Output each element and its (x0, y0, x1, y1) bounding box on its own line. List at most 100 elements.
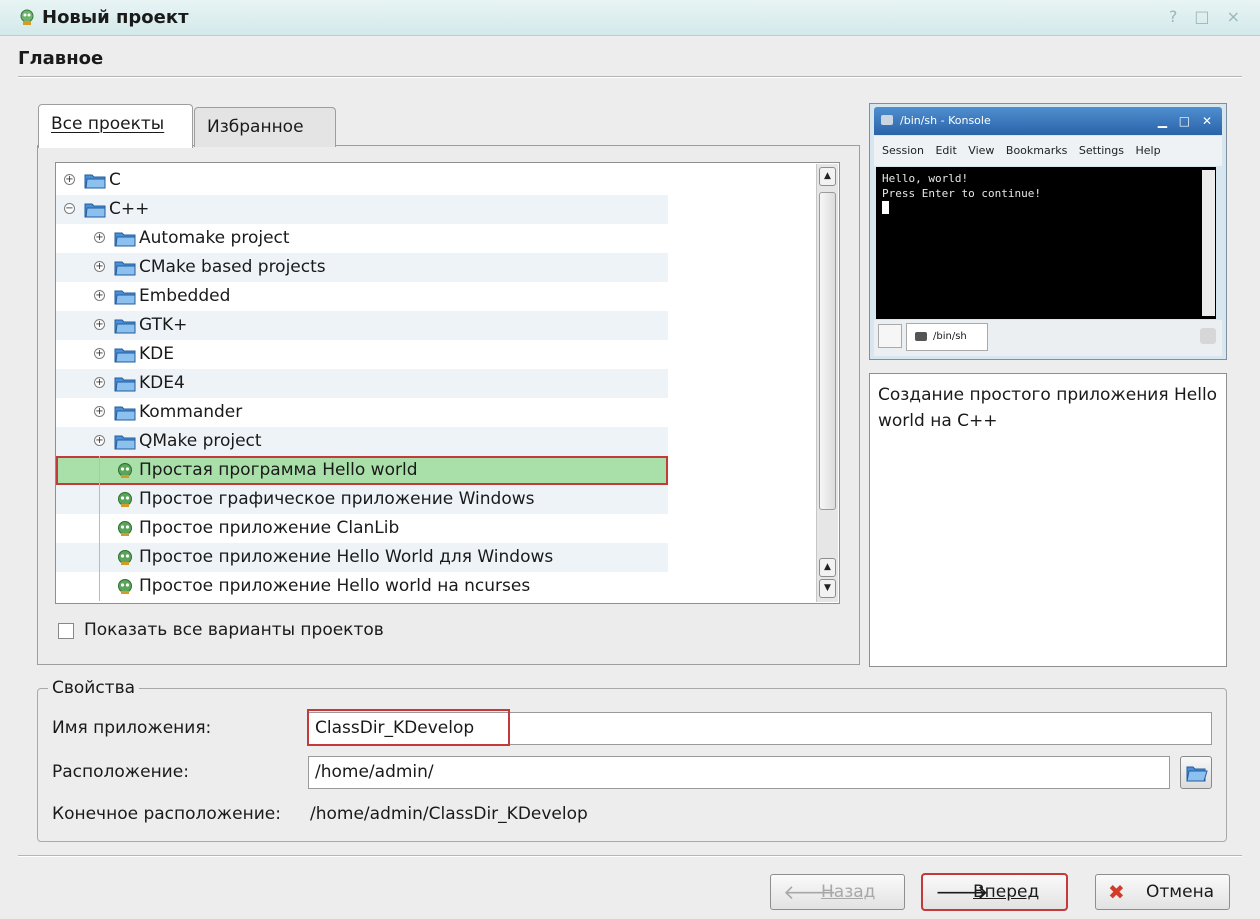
template-icon (118, 579, 132, 594)
final-location-label: Конечное расположение: (52, 804, 281, 824)
tree-folder-item[interactable]: + KDE (56, 340, 668, 369)
scroll-up-arrow-icon[interactable]: ▲ (819, 167, 836, 186)
window-title: Новый проект (42, 7, 189, 28)
arrow-left-icon: 🡐 (783, 880, 837, 904)
expand-icon[interactable]: + (94, 261, 105, 272)
tree-item-label: KDE (139, 344, 174, 364)
app-name-highlight (307, 709, 510, 746)
terminal-icon (881, 115, 893, 125)
monitor-icon (915, 332, 927, 341)
tree-item-label: QMake project (139, 431, 262, 451)
footer-divider (18, 855, 1242, 857)
project-tree[interactable]: + C − C++ + Automake project + CMake based proj… (55, 162, 840, 604)
back-button[interactable]: 🡐 Назад (770, 874, 905, 910)
final-location-value: /home/admin/ClassDir_KDevelop (310, 804, 588, 824)
tree-folder-item[interactable]: + Automake project (56, 224, 668, 253)
tree-item-label: Простое приложение ClanLib (139, 518, 400, 538)
preview-menu-bar: Session Edit View Bookmarks Settings Hel… (874, 136, 1222, 166)
tree-item-label: Простое приложение Hello World для Windo… (139, 547, 554, 567)
template-description: Создание простого приложения Hello world… (869, 373, 1227, 667)
tree-item-label: Kommander (139, 402, 243, 422)
preview-menu-bookmarks: Bookmarks (1005, 144, 1068, 157)
title-bar[interactable]: Новый проект ? □ × (0, 0, 1260, 36)
next-button[interactable]: 🡒 Вперед (921, 873, 1068, 911)
expand-icon[interactable]: + (94, 435, 105, 446)
tree-item-label: Automake project (139, 228, 290, 248)
tab-favorites[interactable]: Избранное (194, 107, 336, 147)
tree-folder-item[interactable]: + Kommander (56, 398, 668, 427)
tree-item-label: Простая программа Hello world (139, 460, 418, 480)
preview-tab-label: /bin/sh (933, 331, 967, 342)
app-name-label: Имя приложения: (52, 718, 212, 738)
expand-icon[interactable]: + (94, 406, 105, 417)
terminal-cursor (882, 201, 889, 214)
kdevelop-icon (20, 9, 34, 25)
tree-folder-item[interactable]: + QMake project (56, 427, 668, 456)
tree-branch-line (99, 485, 100, 514)
expand-icon[interactable]: + (94, 377, 105, 388)
folder-icon (114, 406, 136, 421)
location-input[interactable]: /home/admin/ (308, 756, 1170, 789)
folder-open-icon (1186, 766, 1208, 782)
tree-template-item[interactable]: Простое приложение ClanLib (56, 514, 668, 543)
preview-terminal: Hello, world! Press Enter to continue! (876, 167, 1216, 319)
template-icon (118, 550, 132, 565)
preview-menu-session: Session (882, 144, 924, 157)
tree-template-item[interactable]: Простое графическое приложение Windows (56, 485, 668, 514)
collapse-icon[interactable]: − (64, 203, 75, 214)
browse-folder-button[interactable] (1180, 756, 1212, 789)
cancel-button-label: Отмена (1146, 882, 1215, 902)
properties-legend: Свойства (48, 678, 140, 698)
template-icon (118, 463, 132, 478)
expand-icon[interactable]: + (94, 290, 105, 301)
cancel-button[interactable]: ✖ Отмена (1095, 874, 1230, 910)
terminal-line: Hello, world! (882, 172, 969, 185)
expand-icon[interactable]: + (94, 232, 105, 243)
terminal-line: Press Enter to continue! (882, 187, 1041, 200)
tree-branch-line (99, 514, 100, 543)
tree-folder-item[interactable]: + Embedded (56, 282, 668, 311)
tree-scrollbar[interactable]: ▲ ▲ ▼ (816, 164, 838, 602)
scroll-up-arrow-icon[interactable]: ▲ (819, 558, 836, 577)
folder-icon (114, 290, 136, 305)
preview-title-bar: /bin/sh - Konsole ▁ □ ✕ (874, 107, 1222, 135)
tree-template-item[interactable]: Простое приложение Hello world на ncurse… (56, 572, 668, 601)
cancel-x-icon: ✖ (1108, 880, 1125, 904)
preview-window-controls-icon: ▁ □ ✕ (1157, 114, 1216, 128)
tree-folder-item[interactable]: − C++ (56, 195, 668, 224)
tree-item-label: CMake based projects (139, 257, 326, 277)
folder-icon (114, 232, 136, 247)
tree-item-label: Простое графическое приложение Windows (139, 489, 535, 509)
scroll-thumb[interactable] (819, 192, 836, 510)
page-title: Главное (18, 48, 104, 69)
preview-scrollbar (1202, 170, 1215, 316)
tree-folder-item[interactable]: + CMake based projects (56, 253, 668, 282)
template-preview: /bin/sh - Konsole ▁ □ ✕ Session Edit Vie… (869, 103, 1227, 360)
show-all-label: Показать все варианты проектов (84, 620, 384, 640)
tree-template-item[interactable]: Простая программа Hello world (56, 456, 668, 485)
expand-icon[interactable]: + (64, 174, 75, 185)
new-session-icon (878, 324, 902, 348)
scroll-down-arrow-icon[interactable]: ▼ (819, 579, 836, 598)
tree-folder-item[interactable]: + C (56, 166, 668, 195)
tree-folder-item[interactable]: + KDE4 (56, 369, 668, 398)
window-controls[interactable]: ? □ × (1169, 7, 1246, 26)
folder-icon (84, 174, 106, 189)
preview-session-tab: /bin/sh (906, 323, 988, 351)
tree-folder-item[interactable]: + GTK+ (56, 311, 668, 340)
expand-icon[interactable]: + (94, 319, 105, 330)
tree-template-item[interactable]: Простое приложение Hello World для Windo… (56, 543, 668, 572)
preview-menu-edit: Edit (935, 144, 957, 157)
preview-menu-view: View (968, 144, 995, 157)
header-divider (18, 76, 1242, 78)
tree-branch-line (99, 572, 100, 601)
template-icon (118, 492, 132, 507)
checkbox-box[interactable] (58, 623, 74, 639)
location-value: /home/admin/ (315, 762, 434, 782)
arrow-right-icon: 🡒 (935, 880, 989, 904)
app-name-input[interactable]: ClassDir_KDevelop (307, 709, 1212, 746)
tab-all-projects[interactable]: Все проекты (38, 104, 193, 148)
expand-icon[interactable]: + (94, 348, 105, 359)
folder-icon (114, 435, 136, 450)
preview-tab-bar: /bin/sh (874, 320, 1222, 356)
